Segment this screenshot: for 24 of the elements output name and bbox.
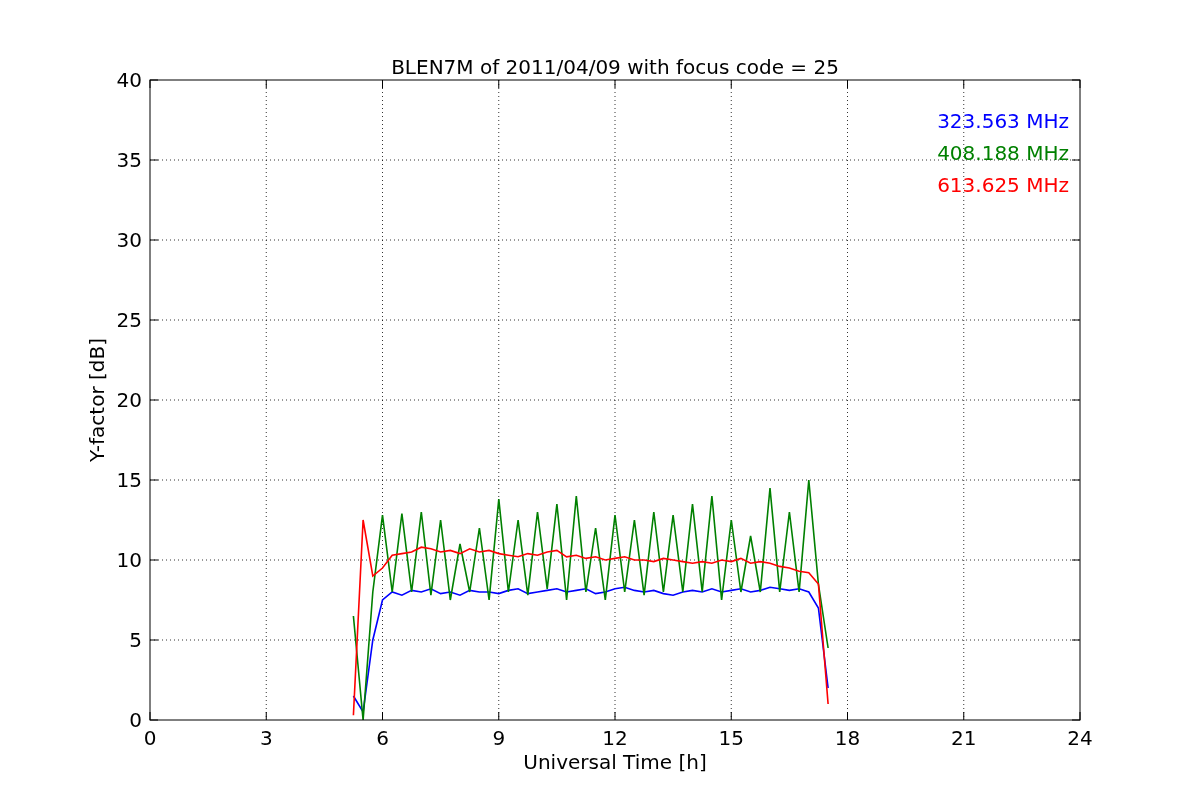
y-tick-label: 30 xyxy=(116,228,142,252)
y-tick-label: 35 xyxy=(116,148,142,172)
x-axis-label: Universal Time [h] xyxy=(523,750,707,774)
legend-label: 323.563 MHz xyxy=(937,109,1069,133)
x-tick-label: 18 xyxy=(834,726,861,750)
chart-title: BLEN7M of 2011/04/09 with focus code = 25 xyxy=(391,55,839,79)
x-tick-label: 6 xyxy=(376,726,389,750)
y-tick-label: 5 xyxy=(129,628,142,652)
x-tick-label: 0 xyxy=(143,726,157,750)
y-tick-label: 25 xyxy=(116,308,142,332)
legend-label: 613.625 MHz xyxy=(937,173,1069,197)
y-tick-label: 40 xyxy=(116,68,142,92)
legend-label: 408.188 MHz xyxy=(937,141,1069,165)
x-tick-label: 9 xyxy=(492,726,506,750)
x-tick-label: 21 xyxy=(951,726,977,750)
x-tick-label: 15 xyxy=(718,726,744,750)
x-tick-label: 3 xyxy=(259,726,273,750)
x-tick-label: 12 xyxy=(602,726,628,750)
y-tick-label: 0 xyxy=(129,708,142,732)
y-tick-label: 15 xyxy=(116,468,142,492)
y-tick-label: 20 xyxy=(116,388,142,412)
x-tick-label: 24 xyxy=(1067,726,1093,750)
y-axis-label: Y-factor [dB] xyxy=(85,338,109,462)
y-tick-label: 10 xyxy=(116,548,142,572)
